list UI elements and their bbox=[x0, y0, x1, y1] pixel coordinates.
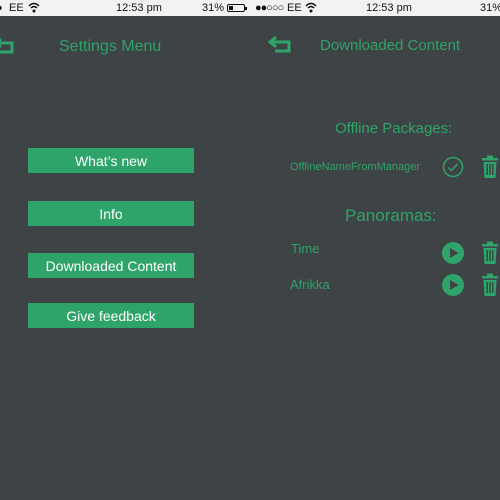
page-title: Settings Menu bbox=[59, 38, 162, 55]
trash-icon[interactable] bbox=[481, 241, 499, 265]
panorama-item-label: Afrikka bbox=[290, 277, 330, 292]
play-icon[interactable] bbox=[441, 273, 465, 297]
signal-dots: ●●○○○ bbox=[255, 2, 284, 14]
panoramas-heading: Panoramas: bbox=[345, 206, 437, 225]
page-title: Downloaded Content bbox=[320, 37, 461, 54]
signal-strength: ● bbox=[0, 2, 3, 14]
wifi-icon bbox=[305, 2, 317, 13]
back-arrow-icon[interactable] bbox=[0, 36, 16, 56]
carrier-left: EE bbox=[9, 2, 24, 14]
back-arrow-icon[interactable] bbox=[268, 35, 292, 55]
check-circle-icon bbox=[442, 156, 464, 178]
offline-packages-heading: Offline Packages: bbox=[335, 120, 453, 137]
trash-icon[interactable] bbox=[481, 155, 499, 179]
clock-right: 12:53 pm bbox=[366, 2, 412, 14]
give-feedback-button[interactable]: Give feedback bbox=[28, 303, 194, 328]
play-icon[interactable] bbox=[441, 241, 465, 265]
panorama-item-label: Time bbox=[291, 241, 320, 256]
downloaded-content-button[interactable]: Downloaded Content bbox=[28, 253, 194, 278]
clock-left: 12:53 pm bbox=[116, 2, 162, 14]
carrier-right: EE bbox=[287, 2, 302, 14]
offline-package-name: OfflineNameFromManager bbox=[290, 161, 421, 173]
battery-percent-left: 31% bbox=[202, 2, 225, 14]
wifi-icon bbox=[28, 2, 40, 13]
trash-icon[interactable] bbox=[481, 273, 499, 297]
battery-icon bbox=[227, 4, 247, 12]
status-bar: ● EE 12:53 pm 31% ●●○○○ EE 12:53 pm 31% bbox=[0, 0, 500, 16]
battery-percent-right: 31% bbox=[480, 2, 500, 14]
info-button[interactable]: Info bbox=[28, 201, 194, 226]
whats-new-button[interactable]: What’s new bbox=[28, 148, 194, 173]
